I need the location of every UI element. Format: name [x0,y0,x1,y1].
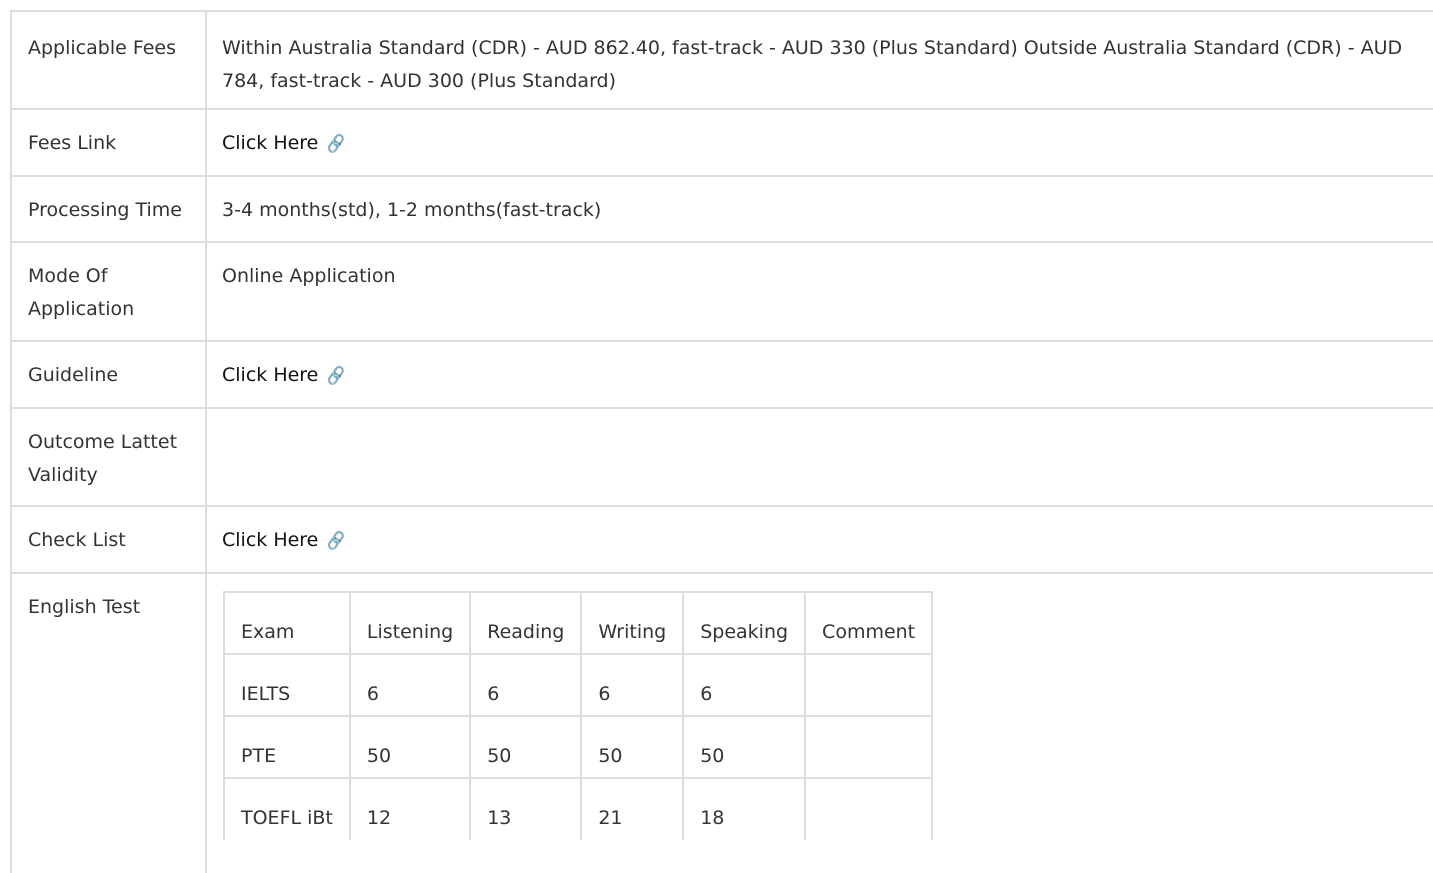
speaking-score: 6 [682,653,807,716]
check-list-label: Check List [10,506,207,574]
outcome-validity-value [206,408,1433,507]
fees-link-label: Fees Link [10,109,207,177]
link-icon: 🔗 [324,132,348,155]
listening-score: 6 [348,653,472,716]
header-exam: Exam [223,591,351,654]
link-icon: 🔗 [324,364,348,387]
listening-score: 50 [348,715,472,778]
check-list-cell: Click Here 🔗 [206,506,1433,574]
comment [804,777,934,840]
outcome-validity-label: Outcome Lattet Validity [10,408,207,507]
mode-of-application-label: Mode Of Application [10,242,207,342]
guideline-link[interactable]: Click Here 🔗 [222,364,348,387]
reading-score: 50 [469,715,583,778]
header-listening: Listening [348,591,472,654]
details-table: Applicable Fees Within Australia Standar… [10,12,1433,873]
fees-link-cell: Click Here 🔗 [206,109,1433,177]
table-row: IELTS 6 6 6 6 [223,653,934,716]
comment [804,653,934,716]
header-comment: Comment [804,591,934,654]
writing-score: 21 [580,777,685,840]
reading-score: 13 [469,777,583,840]
row-guideline: Guideline Click Here 🔗 [10,341,1433,409]
check-list-link[interactable]: Click Here 🔗 [222,529,348,552]
guideline-label: Guideline [10,341,207,409]
english-test-header-row: Exam Listening Reading Writing Speaking … [223,591,934,654]
fees-link-text: Click Here [222,132,319,154]
listening-score: 12 [348,777,472,840]
reading-score: 6 [469,653,583,716]
fees-link[interactable]: Click Here 🔗 [222,132,348,155]
applicable-fees-label: Applicable Fees [10,12,207,110]
row-fees-link: Fees Link Click Here 🔗 [10,109,1433,177]
header-writing: Writing [580,591,685,654]
row-english-test: English Test Exam Listening Reading Writ… [10,573,1433,873]
link-icon: 🔗 [324,529,348,552]
applicable-fees-value: Within Australia Standard (CDR) - AUD 86… [206,12,1433,110]
header-reading: Reading [469,591,583,654]
row-outcome-validity: Outcome Lattet Validity [10,408,1433,507]
check-list-link-text: Click Here [222,529,319,551]
english-test-table: Exam Listening Reading Writing Speaking … [223,591,934,840]
exam-name: PTE [223,715,351,778]
row-applicable-fees: Applicable Fees Within Australia Standar… [10,12,1433,110]
speaking-score: 50 [682,715,807,778]
guideline-cell: Click Here 🔗 [206,341,1433,409]
exam-name: IELTS [223,653,351,716]
writing-score: 6 [580,653,685,716]
comment [804,715,934,778]
table-row: PTE 50 50 50 50 [223,715,934,778]
speaking-score: 18 [682,777,807,840]
table-row: TOEFL iBt 12 13 21 18 [223,777,934,840]
english-test-label: English Test [10,573,207,873]
guideline-link-text: Click Here [222,364,319,386]
row-check-list: Check List Click Here 🔗 [10,506,1433,574]
english-test-cell: Exam Listening Reading Writing Speaking … [206,573,1433,873]
mode-of-application-value: Online Application [206,242,1433,342]
header-speaking: Speaking [682,591,807,654]
row-mode-of-application: Mode Of Application Online Application [10,242,1433,342]
exam-name: TOEFL iBt [223,777,351,840]
details-table-container: Applicable Fees Within Australia Standar… [10,10,1433,873]
processing-time-value: 3-4 months(std), 1-2 months(fast-track) [206,176,1433,243]
processing-time-label: Processing Time [10,176,207,243]
writing-score: 50 [580,715,685,778]
row-processing-time: Processing Time 3-4 months(std), 1-2 mon… [10,176,1433,243]
